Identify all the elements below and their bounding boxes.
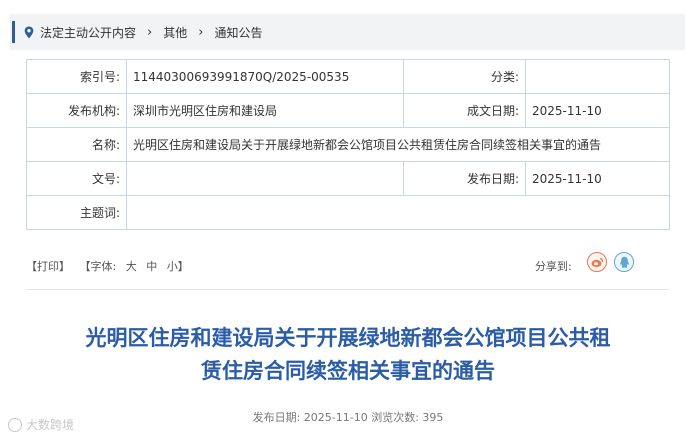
publisher-label: 发布机构: [26,93,127,128]
share-label: 分享到: [535,260,572,273]
subject-label: 主题词: [26,195,127,230]
article-title: 光明区住房和建设局关于开展绿地新都会公馆项目公共租 赁住房合同续签相关事宜的通告 [20,322,676,388]
chevron-right-icon: › [198,24,204,40]
index-value: 11440300693991870Q/2025-00535 [126,59,404,94]
breadcrumb-accent-bar [12,21,15,43]
doc-number-value [126,161,404,196]
publish-date-value: 2025-11-10 [525,161,670,196]
article-title-line-1: 光明区住房和建设局关于开展绿地新都会公馆项目公共租 [85,326,611,350]
breadcrumb: 法定主动公开内容 › 其他 › 通知公告 [10,14,685,50]
table-row: 索引号: 11440300693991870Q/2025-00535 分类: [26,59,670,94]
table-row: 主题词: [26,195,670,230]
article-tools: 【打印】 【字体: 大 中 小】 [26,258,195,274]
index-label: 索引号: [26,59,127,94]
created-date-label: 成文日期: [403,93,526,128]
section-divider [26,289,669,290]
watermark: 大数跨境 [8,416,74,433]
qq-share-icon[interactable] [614,252,634,272]
watermark-logo-icon [8,417,22,432]
watermark-text: 大数跨境 [26,418,75,432]
article-title-line-2: 赁住房合同续签相关事宜的通告 [201,359,495,383]
publisher-value: 深圳市光明区住房和建设局 [126,93,404,128]
created-date-value: 2025-11-10 [525,93,670,128]
location-icon [24,26,34,39]
category-label: 分类: [403,59,526,94]
breadcrumb-item-other[interactable]: 其他 [163,24,187,41]
font-large-link[interactable]: 大 [126,260,137,273]
subject-value [126,195,670,230]
table-row: 名称: 光明区住房和建设局关于开展绿地新都会公馆项目公共租赁住房合同续签相关事宜… [26,127,670,162]
publish-date-label: 发布日期: [403,161,526,196]
breadcrumb-item-notices[interactable]: 通知公告 [214,24,262,41]
font-size-label: 【字体: [79,260,117,273]
font-medium-link[interactable]: 中 [146,260,157,273]
weibo-share-icon[interactable] [587,252,607,272]
doc-number-label: 文号: [26,161,127,196]
name-value: 光明区住房和建设局关于开展绿地新都会公馆项目公共租赁住房合同续签相关事宜的通告 [126,127,670,162]
name-label: 名称: [26,127,127,162]
breadcrumb-item-disclosure[interactable]: 法定主动公开内容 [40,24,136,41]
chevron-right-icon: › [147,24,153,40]
table-row: 文号: 发布日期: 2025-11-10 [26,161,670,196]
article-publish-info: 发布日期: 2025-11-10 浏览次数: 395 [252,411,444,424]
font-small-link[interactable]: 小】 [167,260,189,273]
category-value [525,59,670,94]
document-meta-table: 索引号: 11440300693991870Q/2025-00535 分类: 发… [26,59,670,230]
table-row: 发布机构: 深圳市光明区住房和建设局 成文日期: 2025-11-10 [26,93,670,128]
print-link[interactable]: 【打印】 [26,260,70,273]
